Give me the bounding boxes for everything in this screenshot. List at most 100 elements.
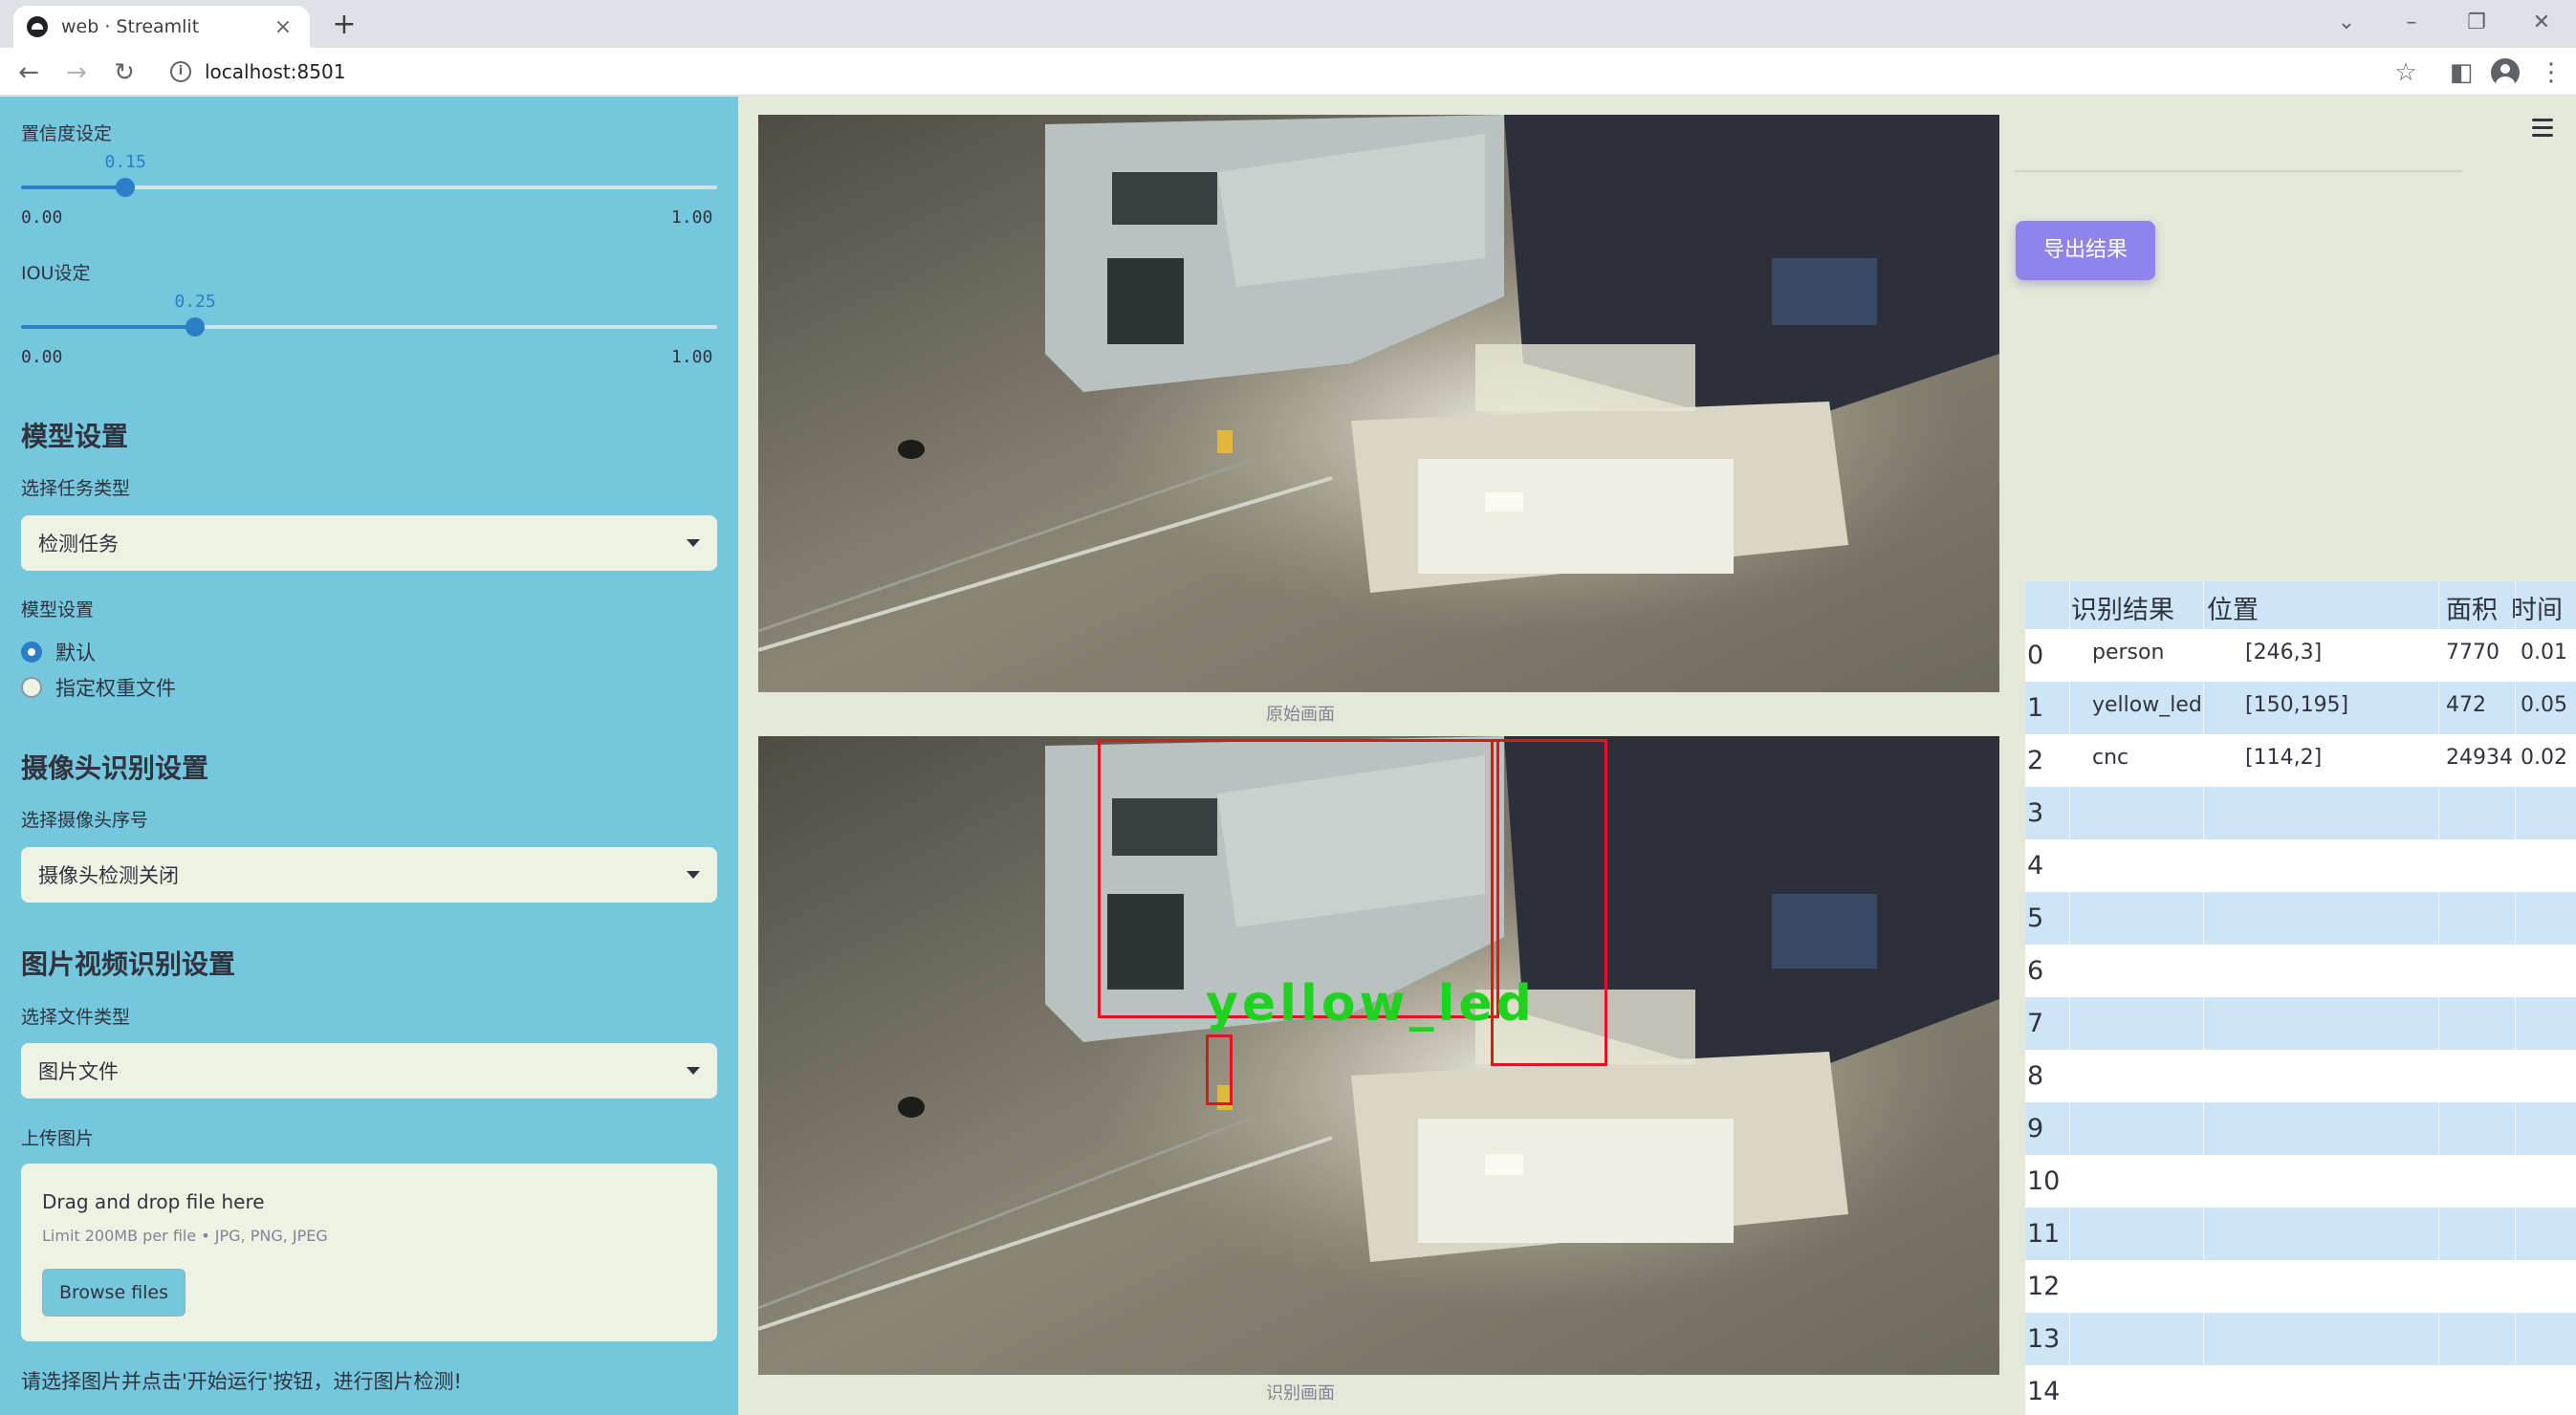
radio-weights-file[interactable]: 指定权重文件 [21, 673, 176, 702]
row-index: 0 [2027, 641, 2044, 670]
column-separator [2515, 581, 2516, 1415]
row-index: 6 [2027, 956, 2044, 986]
site-info-icon[interactable]: i [170, 61, 191, 82]
radio-selected-icon[interactable] [21, 642, 42, 663]
side-panel-icon[interactable]: ◧ [2446, 57, 2477, 88]
table-row[interactable]: 7 [2025, 997, 2576, 1050]
confidence-slider-thumb[interactable] [116, 178, 136, 197]
chevron-down-icon [687, 1067, 700, 1075]
table-cell-result: yellow_led [2092, 693, 2202, 717]
file-type-label: 选择文件类型 [21, 1007, 131, 1028]
row-index: 13 [2027, 1324, 2061, 1354]
table-row[interactable]: 2 cnc [114,2] 24934 0.02 [2025, 734, 2576, 787]
row-index: 10 [2027, 1166, 2061, 1196]
iou-value: 0.25 [174, 292, 216, 312]
file-uploader-dropzone[interactable]: Drag and drop file here Limit 200MB per … [21, 1164, 717, 1341]
radio-default[interactable]: 默认 [21, 638, 96, 666]
radio-unselected-icon[interactable] [21, 677, 42, 698]
table-cell-time: 0.02 [2521, 746, 2567, 770]
row-index: 2 [2027, 746, 2044, 775]
table-row[interactable]: 9 [2025, 1102, 2576, 1155]
media-heading: 图片视频识别设置 [21, 948, 236, 980]
row-index: 14 [2027, 1377, 2061, 1406]
table-row[interactable]: 10 [2025, 1155, 2576, 1208]
table-row[interactable]: 8 [2025, 1050, 2576, 1102]
iou-label: IOU设定 [21, 263, 91, 284]
task-type-label: 选择任务类型 [21, 478, 131, 499]
confidence-value: 0.15 [104, 152, 146, 172]
table-row[interactable]: 14 [2025, 1365, 2576, 1415]
detection-label: yellow_led [1206, 975, 1536, 1033]
url-text: localhost:8501 [205, 60, 346, 83]
table-row[interactable]: 0 person [246,3] 7770 0.01 [2025, 629, 2576, 682]
table-row[interactable]: 11 [2025, 1208, 2576, 1260]
row-index: 1 [2027, 693, 2044, 723]
confidence-slider-fill [21, 185, 126, 189]
bookmark-star-icon[interactable]: ☆ [2390, 57, 2421, 88]
detection-box-yellow-led [1206, 1034, 1233, 1105]
table-header-cell[interactable]: 时间 [2511, 589, 2563, 626]
profile-icon[interactable] [2490, 57, 2521, 88]
row-index: 9 [2027, 1114, 2044, 1143]
camera-select[interactable]: 摄像头检测关闭 [21, 847, 717, 903]
row-index: 3 [2027, 798, 2044, 828]
table-header-row: 识别结果 位置 面积 时间 [2025, 581, 2576, 629]
close-window-icon[interactable]: ✕ [2513, 6, 2570, 40]
model-settings-label: 模型设置 [21, 599, 95, 620]
confidence-label: 置信度设定 [21, 123, 113, 144]
column-separator [2069, 581, 2070, 1415]
browse-files-button[interactable]: Browse files [42, 1269, 186, 1317]
column-separator [2438, 581, 2439, 1415]
table-row[interactable]: 3 [2025, 787, 2576, 839]
table-row[interactable]: 1 yellow_led [150,195] 472 0.05 [2025, 682, 2576, 734]
row-index: 4 [2027, 851, 2044, 881]
table-header-cell[interactable]: 面积 [2446, 589, 2498, 626]
iou-slider[interactable] [21, 317, 717, 337]
table-row[interactable]: 13 [2025, 1313, 2576, 1365]
tab-title: web · Streamlit [61, 16, 200, 37]
confidence-slider[interactable] [21, 178, 717, 197]
browser-toolbar: ← → ↻ i localhost:8501 ☆ ◧ ⋮ [0, 48, 2576, 96]
table-cell-result: person [2092, 641, 2165, 664]
browser-tab[interactable]: web · Streamlit × [13, 6, 310, 48]
file-type-select[interactable]: 图片文件 [21, 1043, 717, 1099]
table-cell-result: cnc [2092, 746, 2129, 770]
new-tab-icon[interactable]: + [325, 6, 363, 44]
table-header-cell[interactable]: 识别结果 [2071, 589, 2174, 626]
table-cell-position: [246,3] [2245, 641, 2323, 664]
chevron-down-icon [687, 539, 700, 547]
table-cell-time: 0.05 [2521, 693, 2567, 717]
iou-slider-thumb[interactable] [186, 317, 205, 337]
iou-slider-fill [21, 325, 195, 329]
address-bar[interactable]: i localhost:8501 [157, 54, 2394, 90]
table-row[interactable]: 12 [2025, 1260, 2576, 1313]
reload-icon[interactable]: ↻ [107, 55, 142, 90]
table-row[interactable]: 5 [2025, 892, 2576, 945]
minimize-icon[interactable]: – [2383, 6, 2440, 40]
forward-icon[interactable]: → [59, 55, 94, 90]
iou-max: 1.00 [671, 347, 713, 367]
divider [2015, 170, 2462, 172]
table-cell-position: [150,195] [2245, 693, 2349, 717]
tab-search-icon[interactable]: ⌄ [2318, 6, 2375, 40]
export-results-button[interactable]: 导出结果 [2016, 221, 2155, 280]
restore-icon[interactable]: ❐ [2448, 6, 2505, 40]
table-header-cell[interactable]: 位置 [2207, 589, 2259, 626]
streamlit-favicon-icon [27, 16, 48, 37]
camera-value: 摄像头检测关闭 [38, 864, 179, 887]
close-tab-icon[interactable]: × [270, 15, 296, 39]
camera-heading: 摄像头识别设置 [21, 752, 209, 784]
browser-menu-icon[interactable]: ⋮ [2536, 57, 2566, 88]
table-row[interactable]: 6 [2025, 945, 2576, 997]
confidence-max: 1.00 [671, 207, 713, 228]
radio-weights-label: 指定权重文件 [55, 677, 176, 700]
task-type-select[interactable]: 检测任务 [21, 515, 717, 571]
table-row[interactable]: 4 [2025, 839, 2576, 892]
file-type-value: 图片文件 [38, 1060, 119, 1083]
back-icon[interactable]: ← [11, 55, 46, 90]
original-image [758, 115, 1999, 692]
upload-label: 上传图片 [21, 1128, 95, 1149]
iou-min: 0.00 [21, 347, 63, 367]
hamburger-menu-icon[interactable] [2532, 119, 2553, 142]
row-index: 12 [2027, 1272, 2061, 1301]
